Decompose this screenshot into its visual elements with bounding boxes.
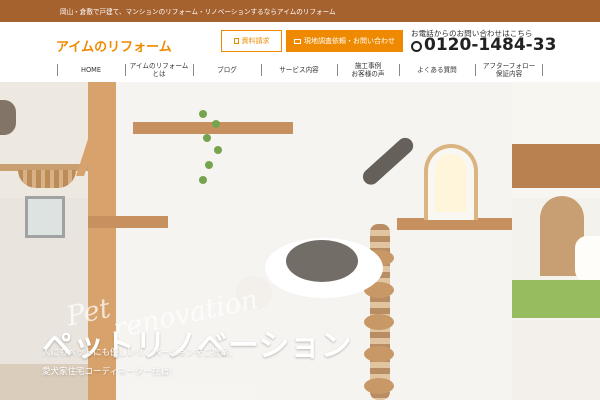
nav-item-blog[interactable]: ブログ <box>193 59 261 81</box>
nav-item-about[interactable]: アイムのリフォーム とは <box>125 59 193 81</box>
document-request-button[interactable]: 資料請求 <box>221 30 282 52</box>
nav-item-home[interactable]: HOME <box>57 59 125 81</box>
nav-item-label: アイムのリフォーム とは <box>129 62 189 78</box>
topbar-text: 岡山・倉敷で戸建て、マンションのリフォーム・リノベーションするならアイムのリフォ… <box>60 8 336 16</box>
hero-subtitle-1: 人にもペットにも優しいリノベーションをご提案。 <box>42 348 238 358</box>
phone-icon <box>411 41 422 52</box>
topbar: 岡山・倉敷で戸建て、マンションのリフォーム・リノベーションするならアイムのリフォ… <box>0 0 600 22</box>
nav-item-label: 施工事例 お客様の声 <box>351 62 385 78</box>
nav-item-faq[interactable]: よくある質問 <box>399 59 475 81</box>
site-survey-contact-label: 現地調査依頼・お問い合わせ <box>304 37 395 45</box>
hero-subtitle-2: 愛犬家住宅コーディネーター在籍！ <box>42 367 178 377</box>
site-logo[interactable]: アイムのリフォーム <box>56 36 172 55</box>
document-request-label: 資料請求 <box>241 37 270 45</box>
hero-slideshow: Pet renovation ペットリノベーション 人にもペットにも優しいリノベ… <box>0 82 600 400</box>
mail-icon <box>294 38 301 44</box>
document-icon <box>233 38 239 44</box>
site-survey-contact-button[interactable]: 現地調査依頼・お問い合わせ <box>286 30 403 52</box>
main-navigation: HOME アイムのリフォーム とは ブログ サービス内容 施工事例 お客様の声 … <box>0 57 600 82</box>
nav-item-services[interactable]: サービス内容 <box>261 59 337 81</box>
nav-item-label: よくある質問 <box>417 66 457 74</box>
nav-item-label: アフターフォロー 保証内容 <box>482 62 536 78</box>
nav-item-aftercare[interactable]: アフターフォロー 保証内容 <box>475 59 543 81</box>
hero-title: ペットリノベーション <box>42 328 352 364</box>
nav-item-label: サービス内容 <box>279 66 319 74</box>
nav-item-label: ブログ <box>217 66 237 74</box>
nav-item-label: HOME <box>80 66 101 74</box>
nav-item-works[interactable]: 施工事例 お客様の声 <box>337 59 399 81</box>
phone-number[interactable]: 0120-1484-33 <box>424 35 556 55</box>
